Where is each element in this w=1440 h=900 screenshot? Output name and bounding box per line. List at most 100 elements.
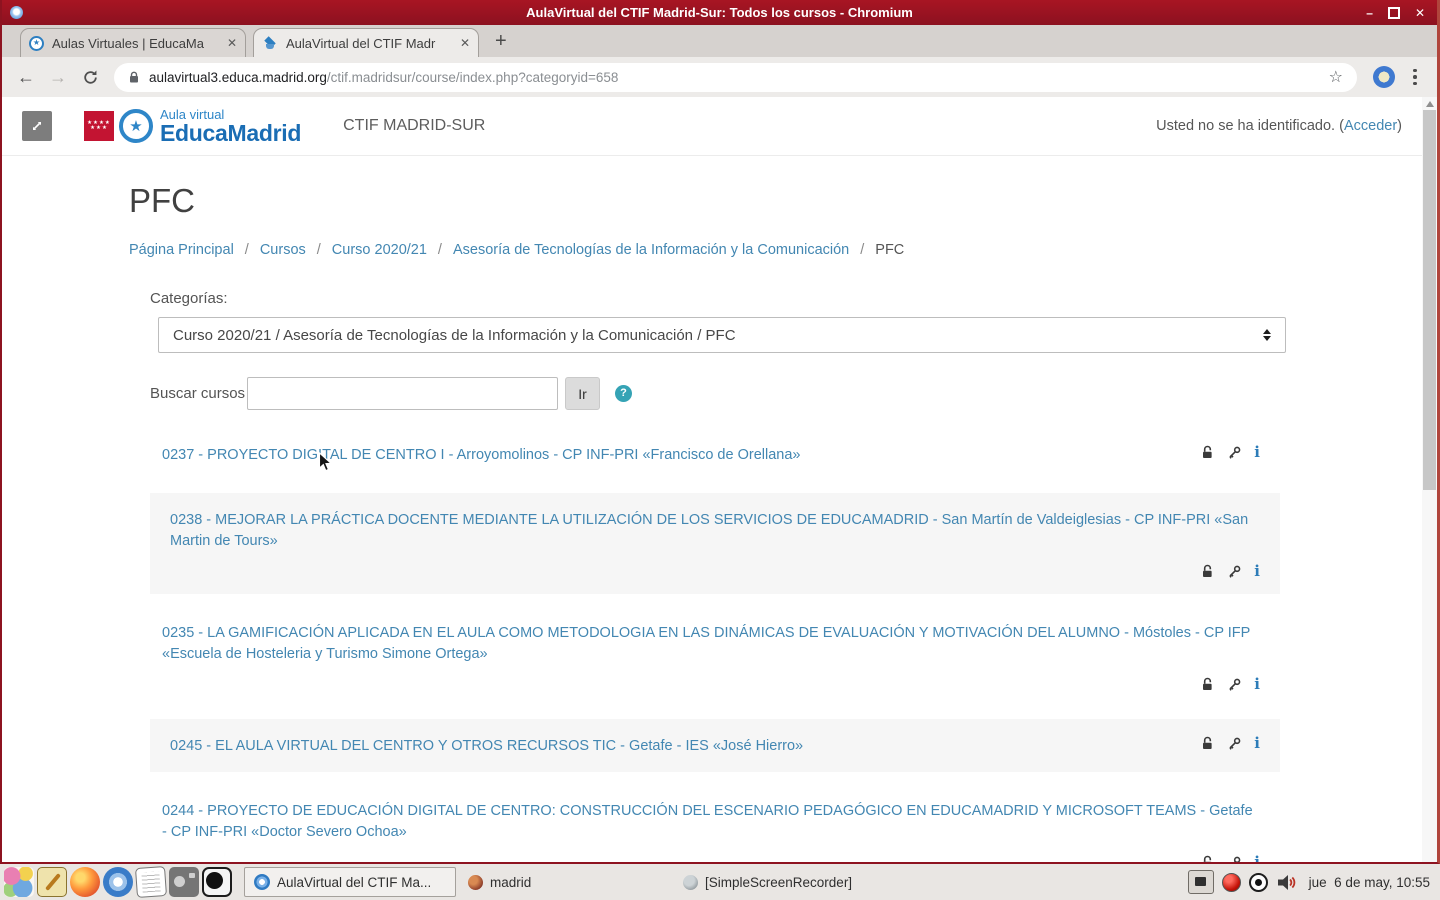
- course-link[interactable]: 0237 - PROYECTO DIGITAL DE CENTRO I - Ar…: [162, 445, 800, 466]
- search-courses-input[interactable]: [247, 377, 558, 410]
- enrolment-key-icon: [1229, 678, 1241, 691]
- moodle-favicon: [262, 35, 278, 51]
- breadcrumb-link[interactable]: Cursos: [260, 242, 306, 258]
- https-lock-icon[interactable]: [128, 71, 140, 84]
- course-link[interactable]: 0245 - EL AULA VIRTUAL DEL CENTRO Y OTRO…: [170, 736, 803, 757]
- browser-menu-icon[interactable]: [1405, 68, 1425, 86]
- guest-access-lock-icon: [1203, 445, 1212, 458]
- page-title: PFC: [129, 182, 195, 219]
- course-enrol-icons: i: [1200, 564, 1260, 579]
- guest-access-lock-icon: [1203, 855, 1212, 862]
- login-status: Usted no se ha identificado. (Acceder): [1156, 118, 1402, 134]
- taskbar: AulaVirtual del CTIF Ma... madrid [Simpl…: [0, 864, 1440, 900]
- madrid-flag-logo: ★★★★ ★★★: [84, 111, 114, 141]
- forward-icon[interactable]: →: [44, 68, 72, 86]
- course-enrol-icons: i: [1200, 855, 1260, 862]
- url-host: aulavirtual3.educa.madrid.org: [149, 69, 327, 85]
- reload-icon[interactable]: [76, 69, 104, 86]
- guest-access-lock-icon: [1203, 677, 1212, 690]
- notes-app-launcher-icon[interactable]: [37, 867, 67, 897]
- course-row: 0238 - MEJORAR LA PRÁCTICA DOCENTE MEDIA…: [150, 493, 1280, 594]
- course-info-icon[interactable]: i: [1254, 564, 1260, 579]
- window-title: AulaVirtual del CTIF Madrid-Sur: Todos l…: [526, 5, 913, 20]
- vertical-scrollbar[interactable]: [1422, 97, 1437, 862]
- site-header: ★★★★ ★★★ ★ Aula virtual EducaMadrid CTIF …: [2, 97, 1437, 156]
- tab-close-icon[interactable]: ✕: [460, 36, 470, 50]
- extension-icon[interactable]: [1373, 66, 1395, 88]
- breadcrumb-separator: /: [316, 242, 321, 258]
- login-link[interactable]: Acceder: [1344, 118, 1397, 134]
- page-content: ★★★★ ★★★ ★ Aula virtual EducaMadrid CTIF …: [2, 97, 1437, 862]
- taskbar-window-aulavirtual[interactable]: AulaVirtual del CTIF Ma...: [244, 867, 456, 897]
- fullscreen-toggle-icon[interactable]: [22, 111, 52, 141]
- address-bar[interactable]: aulavirtual3.educa.madrid.org/ctif.madri…: [114, 62, 1357, 92]
- recording-indicator-icon[interactable]: [1221, 872, 1241, 892]
- tab-aulavirtual-ctif[interactable]: AulaVirtual del CTIF Madr ✕: [253, 28, 479, 57]
- back-icon[interactable]: ←: [12, 68, 40, 86]
- breadcrumb: Página Principal / Cursos / Curso 2020/21 / As…: [129, 242, 1437, 258]
- course-link[interactable]: 0235 - LA GAMIFICACIÓN APLICADA EN EL AU…: [162, 623, 1260, 665]
- documents-launcher-icon[interactable]: [134, 865, 168, 899]
- recorder-lens-launcher-icon[interactable]: [202, 867, 232, 897]
- minimize-button[interactable]: –: [1366, 7, 1373, 19]
- desktop-screen: AulaVirtual del CTIF Madrid-Sur: Todos l…: [0, 0, 1440, 900]
- close-button[interactable]: ✕: [1415, 7, 1425, 19]
- tab-close-icon[interactable]: ✕: [227, 36, 237, 50]
- guest-access-lock-icon: [1203, 736, 1212, 749]
- breadcrumb-link[interactable]: Página Principal: [129, 242, 234, 258]
- educamadrid-brand[interactable]: Aula virtual EducaMadrid: [160, 108, 301, 145]
- categories-select[interactable]: Curso 2020/21 / Asesoría de Tecnologías …: [158, 317, 1286, 353]
- breadcrumb-separator: /: [860, 242, 865, 258]
- course-link[interactable]: 0238 - MEJORAR LA PRÁCTICA DOCENTE MEDIA…: [170, 510, 1260, 552]
- scroll-up-arrow-icon[interactable]: [1426, 101, 1434, 107]
- tab-strip: ★ Aulas Virtuales | EducaMa ✕ AulaVirtua…: [2, 25, 1437, 57]
- scrollbar-thumb[interactable]: [1423, 110, 1436, 490]
- help-icon[interactable]: ?: [615, 385, 632, 402]
- educamadrid-favicon: ★: [29, 35, 44, 51]
- tab-aulas-virtuales[interactable]: ★ Aulas Virtuales | EducaMa ✕: [20, 28, 246, 57]
- enrolment-key-icon: [1229, 446, 1241, 459]
- breadcrumb-link[interactable]: Curso 2020/21: [332, 242, 427, 258]
- breadcrumb-current: PFC: [875, 242, 905, 258]
- educamadrid-logo-icon: ★: [119, 109, 153, 143]
- enrolment-key-icon: [1229, 737, 1241, 750]
- search-courses-label: Buscar cursos: [150, 385, 246, 402]
- window-app-icon: [10, 6, 23, 19]
- screenshot-tool-launcher-icon[interactable]: [169, 867, 199, 897]
- select-arrows-icon: [1263, 329, 1271, 341]
- screenrecorder-window-icon: [683, 874, 698, 890]
- graphics-app-launcher-icon[interactable]: [4, 867, 34, 897]
- bookmark-star-icon[interactable]: ☆: [1329, 69, 1343, 85]
- course-link[interactable]: 0244 - PROYECTO DE EDUCACIÓN DIGITAL DE …: [162, 801, 1260, 843]
- firefox-launcher-icon[interactable]: [70, 867, 100, 897]
- course-list: 0237 - PROYECTO DIGITAL DE CENTRO I - Ar…: [150, 428, 1280, 862]
- system-tray: jue 6 de may, 10:55: [1187, 870, 1436, 894]
- breadcrumb-separator: /: [437, 242, 442, 258]
- mouse-cursor: [318, 452, 333, 472]
- course-row: 0245 - EL AULA VIRTUAL DEL CENTRO Y OTRO…: [150, 719, 1280, 772]
- breadcrumb-separator: /: [244, 242, 249, 258]
- url-path: /ctif.madridsur/course/index.php?categor…: [326, 69, 619, 85]
- course-info-icon[interactable]: i: [1254, 736, 1260, 751]
- course-info-icon[interactable]: i: [1254, 677, 1260, 692]
- search-go-button[interactable]: Ir: [565, 377, 600, 410]
- taskbar-window-screenrecorder[interactable]: [SimpleScreenRecorder]: [674, 867, 886, 897]
- taskbar-clock: jue 6 de may, 10:55: [1308, 874, 1430, 890]
- network-tray-icon[interactable]: [1187, 870, 1214, 894]
- maximize-button[interactable]: [1387, 6, 1400, 19]
- course-info-icon[interactable]: i: [1254, 855, 1260, 863]
- taskbar-window-madrid[interactable]: madrid: [459, 867, 671, 897]
- course-enrol-icons: i: [1200, 736, 1260, 751]
- chromium-launcher-icon[interactable]: [103, 867, 133, 897]
- site-name: CTIF MADRID-SUR: [343, 117, 486, 134]
- course-row: 0244 - PROYECTO DE EDUCACIÓN DIGITAL DE …: [150, 784, 1280, 862]
- course-info-icon[interactable]: i: [1254, 445, 1260, 460]
- volume-icon[interactable]: [1276, 873, 1297, 892]
- chromium-window-icon: [254, 874, 270, 890]
- window-titlebar[interactable]: AulaVirtual del CTIF Madrid-Sur: Todos l…: [2, 0, 1437, 25]
- new-tab-button[interactable]: +: [495, 31, 507, 51]
- eye-tray-icon[interactable]: [1248, 872, 1268, 892]
- madrid-window-icon: [468, 874, 483, 890]
- breadcrumb-link[interactable]: Asesoría de Tecnologías de la Informació…: [453, 242, 849, 258]
- course-row: 0235 - LA GAMIFICACIÓN APLICADA EN EL AU…: [150, 606, 1280, 707]
